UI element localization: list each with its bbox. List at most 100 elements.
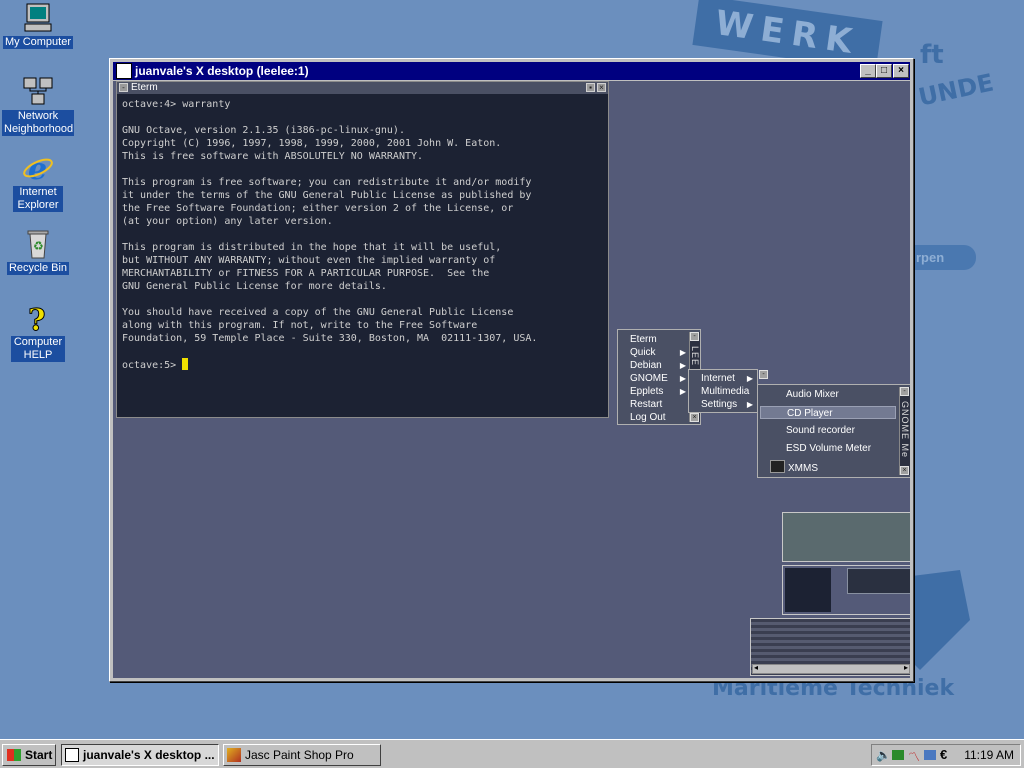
desktop-icon-recycle-bin[interactable]: ♻ Recycle Bin	[0, 228, 76, 275]
menu-item-settings[interactable]: Settings ▶	[701, 398, 753, 411]
terminal-line: it under the terms of the GNU General Pu…	[122, 190, 532, 201]
menu-item-quick[interactable]: Quick ▶	[630, 346, 686, 359]
computer-icon	[22, 2, 54, 34]
menu-minimize-button[interactable]: -	[759, 370, 768, 379]
multimedia-menu-title: GNOME Me	[900, 401, 910, 459]
taskbar-button-paint-shop-pro[interactable]: Jasc Paint Shop Pro	[223, 744, 381, 766]
menu-item-xmms[interactable]: XMMS	[770, 460, 896, 474]
desktop-icon-help[interactable]: ? Computer HELP	[0, 302, 76, 362]
terminal-prompt[interactable]: octave:5>	[122, 360, 182, 371]
wallpaper-text: ft	[920, 40, 944, 70]
maximize-button[interactable]: □	[876, 64, 892, 78]
vnc-app-icon	[65, 748, 79, 762]
vnc-window: juanvale's X desktop (leelee:1) _ □ × - …	[109, 58, 914, 682]
volume-icon[interactable]: 🔈	[876, 748, 891, 762]
eterm-window[interactable]: - Eterm ▪ × octave:4> warranty GNU Octav…	[116, 81, 609, 418]
start-button[interactable]: Start	[2, 744, 56, 766]
monitor-tray-icon[interactable]	[924, 750, 936, 760]
desktop-icon-label: Network Neighborhood	[2, 110, 74, 136]
submenu-arrow-icon: ▶	[679, 361, 686, 370]
menu-item-logout[interactable]: Log Out	[630, 411, 686, 424]
desktop-icon-network[interactable]: Network Neighborhood	[0, 76, 76, 136]
network-icon	[22, 76, 54, 108]
ie-icon: e	[22, 152, 54, 187]
scroll-right-icon[interactable]: ▸	[904, 663, 908, 672]
taskbar-button-label: juanvale's X desktop ...	[83, 748, 215, 762]
windows-logo-icon	[7, 749, 21, 761]
x-desktop[interactable]: - Eterm ▪ × octave:4> warranty GNU Octav…	[113, 81, 910, 678]
desktop-icon-label: Computer HELP	[11, 336, 65, 362]
root-menu-title: LEE	[690, 346, 700, 367]
pager-desk-2[interactable]	[782, 565, 910, 615]
terminal-line: Foundation, 59 Temple Place - Suite 330,…	[122, 333, 538, 344]
terminal-output: octave:4> warranty GNU Octave, version 2…	[122, 98, 604, 372]
network-tray-icon[interactable]	[892, 750, 904, 760]
desktop-icon-label: My Computer	[2, 36, 74, 49]
taskbar-button-label: Jasc Paint Shop Pro	[245, 748, 354, 762]
desktop-icon-label: Recycle Bin	[6, 262, 70, 275]
pager-mini-terminal	[785, 568, 831, 612]
help-icon: ?	[22, 302, 54, 339]
submenu-arrow-icon: ▶	[679, 374, 686, 383]
system-tray: 🔈 〽 € 11:19 AM	[871, 744, 1021, 766]
recycle-bin-icon: ♻	[22, 228, 54, 260]
terminal-cursor	[182, 358, 189, 370]
eterm-shade-button[interactable]: ▪	[586, 83, 595, 92]
scroll-left-icon[interactable]: ◂	[754, 663, 758, 672]
menu-close-button[interactable]: ×	[900, 466, 909, 475]
menu-item-multimedia[interactable]: Multimedia	[701, 385, 753, 398]
menu-minimize-button[interactable]: -	[900, 387, 909, 396]
svg-text:?: ?	[28, 303, 46, 334]
terminal-line: but WITHOUT ANY WARRANTY; without even t…	[122, 255, 496, 266]
svg-text:♻: ♻	[33, 239, 44, 253]
pager-desk-1[interactable]	[782, 512, 910, 562]
menu-item-gnome[interactable]: GNOME ▶	[630, 372, 686, 385]
window-title: juanvale's X desktop (leelee:1)	[135, 64, 309, 78]
paint-shop-pro-icon	[227, 748, 241, 762]
pager-mini-window	[847, 568, 910, 594]
wallpaper-text: UNDE	[915, 68, 996, 112]
menu-item-eterm[interactable]: Eterm	[630, 333, 686, 346]
desktop-icon-label: Internet Explorer	[13, 186, 63, 212]
signal-icon[interactable]: 〽	[908, 748, 920, 765]
pager-iconbox[interactable]: ◂ ▸	[750, 618, 910, 676]
start-label: Start	[25, 748, 53, 762]
terminal-line: along with this program. If not, write t…	[122, 320, 478, 331]
terminal-line: the Free Software Foundation; either ver…	[122, 203, 514, 214]
gnome-menu: Internet ▶ Multimedia Settings ▶ -	[688, 369, 768, 413]
terminal-line: This is free software with ABSOLUTELY NO…	[122, 151, 424, 162]
terminal-line: Copyright (C) 1996, 1997, 1998, 1999, 20…	[122, 138, 502, 149]
menu-item-cd-player[interactable]: CD Player	[760, 406, 896, 419]
menu-item-restart[interactable]: Restart	[630, 398, 686, 411]
menu-close-button[interactable]: ×	[690, 413, 699, 422]
eterm-title: Eterm	[131, 82, 158, 93]
menu-item-sound-recorder[interactable]: Sound recorder	[786, 424, 896, 437]
submenu-arrow-icon: ▶	[746, 374, 753, 383]
eterm-close-button[interactable]: ×	[597, 83, 606, 92]
menu-item-internet[interactable]: Internet ▶	[701, 372, 753, 385]
terminal-line: octave:4> warranty	[122, 99, 231, 110]
menu-item-epplets[interactable]: Epplets ▶	[630, 385, 686, 398]
menu-item-esd-volume-meter[interactable]: ESD Volume Meter	[786, 442, 896, 455]
euro-icon[interactable]: €	[940, 747, 947, 762]
terminal-line: MERCHANTABILITY or FITNESS FOR A PARTICU…	[122, 268, 490, 279]
multimedia-menu-sidebar: - GNOME Me ×	[899, 387, 910, 475]
pager-scrollbar[interactable]: ◂ ▸	[752, 663, 910, 674]
svg-text:e: e	[28, 152, 47, 184]
menu-minimize-button[interactable]: -	[690, 332, 699, 341]
taskbar-button-x-desktop[interactable]: juanvale's X desktop ...	[61, 744, 219, 766]
desktop-icon-my-computer[interactable]: My Computer	[0, 2, 76, 49]
xmms-icon	[770, 460, 785, 473]
menu-item-debian[interactable]: Debian ▶	[630, 359, 686, 372]
terminal-line: This program is distributed in the hope …	[122, 242, 502, 253]
eterm-titlebar[interactable]: - Eterm ▪ ×	[117, 82, 608, 94]
vnc-app-icon	[116, 63, 132, 79]
desktop-icon-internet-explorer[interactable]: e Internet Explorer	[0, 152, 76, 212]
eterm-menu-button[interactable]: -	[119, 83, 128, 92]
close-button[interactable]: ×	[893, 64, 909, 78]
clock[interactable]: 11:19 AM	[964, 748, 1014, 762]
menu-item-audio-mixer[interactable]: Audio Mixer	[786, 388, 896, 401]
taskbar: Start juanvale's X desktop ... Jasc Pain…	[0, 739, 1024, 768]
window-titlebar[interactable]: juanvale's X desktop (leelee:1) _ □ ×	[113, 62, 910, 80]
minimize-button[interactable]: _	[860, 64, 876, 78]
